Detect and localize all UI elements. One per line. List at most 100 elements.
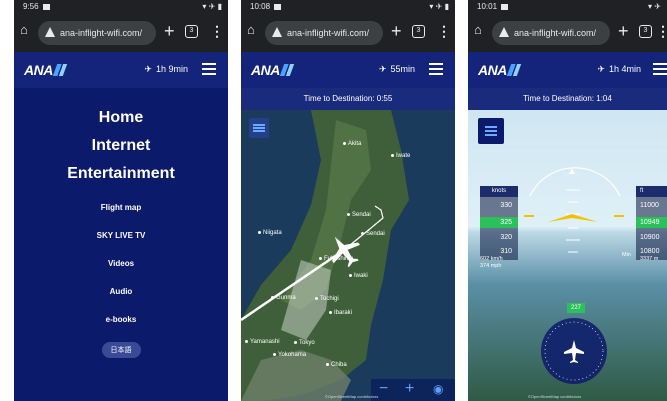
hamburger-menu-icon[interactable] (202, 63, 216, 75)
flight-map[interactable]: Akita Iwate Niigata Sendai Sendai Fukush… (241, 110, 455, 401)
address-bar[interactable]: ana-inflight-wifi.com/ (38, 21, 156, 45)
city-label: Yamanashi (245, 339, 280, 345)
map-layers-button[interactable] (249, 118, 269, 138)
city-label: Ibaraki (329, 310, 352, 316)
tab-switcher-button[interactable]: 3 (185, 25, 198, 38)
altitude-unit: ft (636, 186, 667, 197)
menu-internet[interactable]: Internet (14, 132, 228, 160)
airspeed-tape: knots 330 325 320 310 (480, 186, 518, 260)
ana-header: ANA ✈ 55min (241, 52, 455, 88)
hamburger-menu-icon[interactable] (429, 63, 443, 75)
altitude-tick: 10900 (640, 234, 660, 241)
status-bar: 10:01 ▾ ✈ (468, 0, 667, 14)
more-menu-icon[interactable]: ⋮ (210, 22, 224, 40)
menu-e-books[interactable]: e-books (14, 306, 228, 334)
ana-header: ANA ✈ 1h 4min (468, 52, 667, 88)
zoom-out-button[interactable]: − (379, 380, 388, 398)
speed-tick: 330 (500, 202, 512, 209)
remaining-flight-time: ✈ 1h 4min (597, 64, 641, 74)
menu-videos[interactable]: Videos (14, 250, 228, 278)
new-tab-icon[interactable]: + (618, 20, 629, 42)
home-icon[interactable]: ⌂ (474, 23, 488, 37)
notification-icon (42, 3, 50, 10)
status-time: 10:08 (250, 2, 271, 11)
url-text: ana-inflight-wifi.com/ (60, 28, 143, 38)
browser-toolbar: ⌂ ana-inflight-wifi.com/ + 3 ⋮ (468, 14, 667, 52)
plane-icon: ✈ (597, 64, 605, 74)
zoom-in-button[interactable]: + (405, 380, 414, 398)
heading-readout: 227 (567, 303, 585, 313)
city-label: Yokohama (273, 352, 306, 358)
home-icon[interactable]: ⌂ (20, 23, 34, 37)
url-text: ana-inflight-wifi.com/ (287, 28, 370, 38)
time-to-destination: Time to Destination: 0:55 (241, 88, 455, 110)
speed-tick: 310 (500, 248, 512, 255)
center-aircraft-icon[interactable]: ◉ (433, 380, 443, 398)
speed-tick: 320 (500, 234, 512, 241)
warning-icon (45, 27, 55, 37)
speed-unit: knots (480, 186, 518, 197)
plane-icon: ✈ (378, 64, 387, 74)
more-menu-icon[interactable]: ⋮ (437, 22, 451, 40)
city-label: Fukushima (319, 256, 353, 262)
status-time: 9:56 (23, 2, 39, 11)
url-text: ana-inflight-wifi.com/ (514, 28, 597, 38)
new-tab-icon[interactable]: + (164, 20, 175, 42)
status-bar: 9:56 ▾ ✈ ▮ (14, 0, 228, 14)
address-bar[interactable]: ana-inflight-wifi.com/ (492, 21, 610, 45)
time-to-destination: Time to Destination: 1:04 (468, 88, 667, 110)
ana-header: ANA ✈ 1h 9min (14, 52, 228, 88)
city-label: Tochigi (315, 296, 339, 302)
screenshot-menu: 9:56 ▾ ✈ ▮ ⌂ ana-inflight-wifi.com/ + 3 … (14, 0, 228, 401)
main-menu: Home Internet Entertainment Flight map S… (14, 104, 228, 358)
altitude-min-label: Min (622, 252, 631, 258)
warning-icon (499, 27, 509, 37)
home-icon[interactable]: ⌂ (247, 23, 261, 37)
speed-conversion: 602 km/h 374 mph (480, 256, 503, 269)
menu-entertainment[interactable]: Entertainment (14, 160, 228, 188)
current-speed: 325 (480, 217, 518, 228)
city-label: Sendai (347, 212, 371, 218)
altitude-tape: ft 11000 10949 10900 10800 (636, 186, 667, 260)
city-label: Niigata (258, 230, 282, 236)
ana-logo[interactable]: ANA (478, 62, 522, 78)
city-label: Sendai (361, 231, 385, 237)
map-credit: ©OpenStreetMap contributors (325, 394, 379, 399)
tab-switcher-button[interactable]: 3 (412, 25, 425, 38)
city-label: Chiba (326, 362, 347, 368)
city-label: Gunma (271, 295, 296, 301)
altitude-tick: 11000 (640, 202, 659, 209)
notification-icon (501, 3, 509, 10)
screenshot-flight-map: 10:08 ▾ ✈ ▮ ⌂ ana-inflight-wifi.com/ + 3… (241, 0, 455, 401)
hamburger-menu-icon[interactable] (653, 63, 667, 75)
remaining-flight-time: ✈ 1h 9min (144, 64, 188, 74)
status-time: 10:01 (477, 2, 498, 11)
city-label: Tokyo (294, 340, 315, 346)
screenshot-flight-display: 10:01 ▾ ✈ ⌂ ana-inflight-wifi.com/ + 3 ⋮… (468, 0, 667, 401)
language-button[interactable]: 日本語 (101, 342, 141, 358)
status-icons: ▾ ✈ (648, 2, 661, 11)
primary-flight-display: 227 knots 330 325 320 310 602 km/h 374 m… (468, 110, 667, 401)
menu-sky-live-tv[interactable]: SKY LIVE TV (14, 222, 228, 250)
aircraft-symbol (548, 214, 598, 222)
more-menu-icon[interactable]: ⋮ (656, 22, 667, 40)
warning-icon (272, 27, 282, 37)
status-icons: ▾ ✈ ▮ (429, 2, 449, 11)
ana-logo[interactable]: ANA (24, 62, 68, 78)
notification-icon (274, 3, 282, 10)
menu-flight-map[interactable]: Flight map (14, 194, 228, 222)
remaining-flight-time: ✈ 55min (378, 64, 415, 74)
status-bar: 10:08 ▾ ✈ ▮ (241, 0, 455, 14)
new-tab-icon[interactable]: + (391, 20, 402, 42)
current-altitude: 10949 (636, 217, 667, 228)
altitude-meters: 3337 m (640, 256, 659, 262)
address-bar[interactable]: ana-inflight-wifi.com/ (265, 21, 383, 45)
menu-audio[interactable]: Audio (14, 278, 228, 306)
menu-home[interactable]: Home (14, 104, 228, 132)
browser-toolbar: ⌂ ana-inflight-wifi.com/ + 3 ⋮ (14, 14, 228, 52)
map-controls: − + ◉ (371, 379, 455, 401)
city-label: Akita (343, 141, 361, 147)
altitude-tick: 10800 (640, 248, 660, 255)
tab-switcher-button[interactable]: 3 (639, 25, 652, 38)
ana-logo[interactable]: ANA (251, 62, 295, 78)
